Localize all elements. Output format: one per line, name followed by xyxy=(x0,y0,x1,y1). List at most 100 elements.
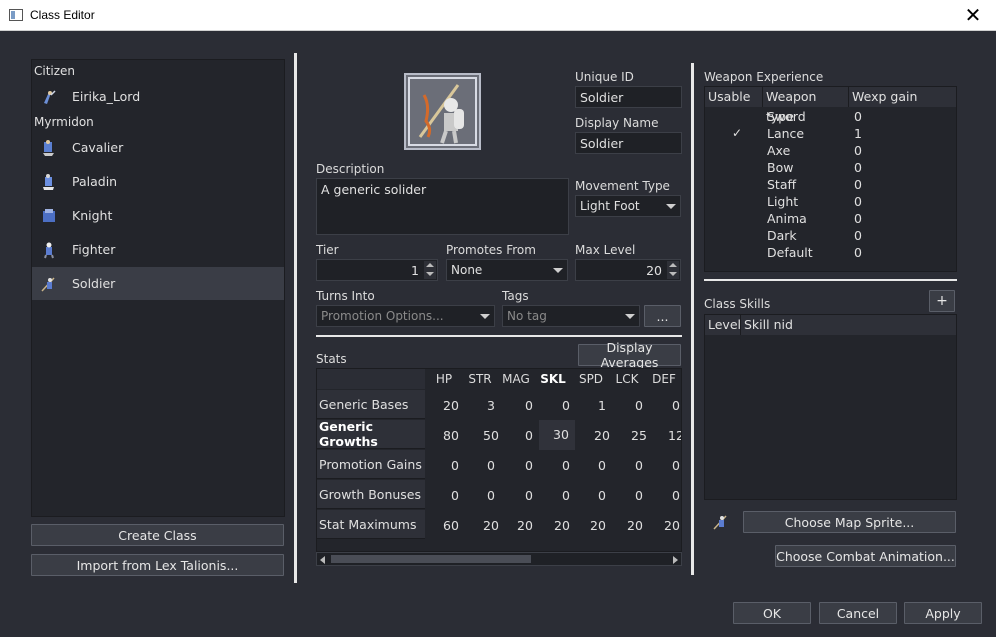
usable-checkbox[interactable] xyxy=(731,160,743,174)
import-button[interactable]: Import from Lex Talionis... xyxy=(31,554,284,576)
add-skill-button[interactable]: + xyxy=(929,290,955,312)
wexp-gain[interactable]: 0 xyxy=(854,194,862,209)
usable-checkbox[interactable] xyxy=(731,211,743,225)
stat-cell[interactable]: 20 xyxy=(544,518,580,533)
column-header-level[interactable]: Level xyxy=(705,315,741,335)
wexp-gain[interactable]: 0 xyxy=(854,245,862,260)
spin-up-icon[interactable] xyxy=(424,261,436,270)
weapon-experience-table[interactable]: Usable Weapon type Wexp gain Sword 0 ✓ L… xyxy=(704,86,957,272)
tags-more-button[interactable]: ... xyxy=(644,305,681,327)
stat-cell[interactable]: 0 xyxy=(658,488,681,503)
movement-type-select[interactable]: Light Foot xyxy=(575,195,681,217)
stats-horizontal-scrollbar[interactable] xyxy=(316,552,682,566)
weapon-row[interactable]: Axe 0 xyxy=(705,143,956,160)
scrollbar-thumb[interactable] xyxy=(331,555,531,563)
stat-cell[interactable]: 12 xyxy=(658,428,681,443)
column-header-wexp-gain[interactable]: Wexp gain xyxy=(849,87,956,107)
class-item-eirika-lord[interactable]: Eirika_Lord xyxy=(32,80,284,113)
stat-cell-current[interactable]: 30 xyxy=(539,420,575,450)
promotes-from-select[interactable]: None xyxy=(446,259,568,281)
stat-cell[interactable]: 0 xyxy=(473,488,509,503)
cancel-button[interactable]: Cancel xyxy=(819,602,897,624)
tags-select[interactable]: No tag xyxy=(502,305,640,327)
stat-cell[interactable]: 0 xyxy=(584,488,620,503)
stat-cell[interactable]: 0 xyxy=(584,458,620,473)
weapon-row[interactable]: Default 0 xyxy=(705,245,956,262)
class-skills-table[interactable]: Level Skill nid xyxy=(704,314,957,500)
usable-checkbox[interactable] xyxy=(731,109,743,123)
apply-button[interactable]: Apply xyxy=(904,602,982,624)
class-item-cavalier[interactable]: Cavalier xyxy=(32,131,284,164)
weapon-row[interactable]: Light 0 xyxy=(705,194,956,211)
class-item-paladin[interactable]: Paladin xyxy=(32,165,284,198)
column-header-skill-nid[interactable]: Skill nid xyxy=(741,315,956,335)
wexp-gain[interactable]: 1 xyxy=(854,126,862,141)
wexp-gain[interactable]: 0 xyxy=(854,211,862,226)
spin-down-icon[interactable] xyxy=(424,270,436,279)
weapon-row[interactable]: Dark 0 xyxy=(705,228,956,245)
scroll-left-icon[interactable] xyxy=(320,556,325,564)
tier-spinbox[interactable]: 1 xyxy=(316,259,438,281)
ok-button[interactable]: OK xyxy=(733,602,811,624)
close-window-button[interactable]: ✕ xyxy=(950,0,996,31)
stat-cell[interactable]: 0 xyxy=(437,488,473,503)
stat-cell[interactable]: 50 xyxy=(473,428,509,443)
choose-map-sprite-button[interactable]: Choose Map Sprite... xyxy=(743,511,956,533)
column-header-weapon-type[interactable]: Weapon type xyxy=(763,87,849,124)
stat-cell[interactable]: 0 xyxy=(437,458,473,473)
spin-up-icon[interactable] xyxy=(667,261,679,270)
weapon-row[interactable]: Anima 0 xyxy=(705,211,956,228)
usable-checkbox[interactable] xyxy=(731,143,743,157)
spin-down-icon[interactable] xyxy=(667,270,679,279)
stat-cell[interactable]: 0 xyxy=(621,458,657,473)
max-level-spinbox[interactable]: 20 xyxy=(575,259,681,281)
stat-cell[interactable]: 3 xyxy=(473,398,509,413)
description-field[interactable]: A generic solider xyxy=(316,178,569,235)
wexp-gain[interactable]: 0 xyxy=(854,143,862,158)
class-item-soldier[interactable]: Soldier xyxy=(32,267,284,300)
usable-checkbox-checked[interactable]: ✓ xyxy=(731,126,743,140)
stat-cell[interactable]: 20 xyxy=(433,398,469,413)
stat-cell[interactable]: 20 xyxy=(654,518,681,533)
class-item-knight[interactable]: Knight xyxy=(32,199,284,232)
class-portrait[interactable] xyxy=(404,73,481,150)
wexp-gain[interactable]: 0 xyxy=(854,160,862,175)
wexp-gain[interactable]: 0 xyxy=(854,109,862,124)
stat-cell[interactable]: 0 xyxy=(511,488,547,503)
stat-cell[interactable]: 0 xyxy=(511,398,547,413)
usable-checkbox[interactable] xyxy=(731,228,743,242)
stat-cell[interactable]: 0 xyxy=(511,458,547,473)
weapon-row[interactable]: Bow 0 xyxy=(705,160,956,177)
stats-table[interactable]: HP STR MAG SKL SPD LCK DEF Generic Bases… xyxy=(316,368,682,552)
stat-cell[interactable]: 0 xyxy=(658,458,681,473)
stat-cell[interactable]: 0 xyxy=(621,398,657,413)
usable-checkbox[interactable] xyxy=(731,194,743,208)
weapon-row[interactable]: ✓ Lance 1 xyxy=(705,126,956,143)
stat-cell[interactable]: 25 xyxy=(621,428,657,443)
weapon-row[interactable]: Staff 0 xyxy=(705,177,956,194)
wexp-gain[interactable]: 0 xyxy=(854,177,862,192)
stat-cell[interactable]: 1 xyxy=(584,398,620,413)
stat-cell[interactable]: 20 xyxy=(507,518,543,533)
stat-cell[interactable]: 80 xyxy=(433,428,469,443)
usable-checkbox[interactable] xyxy=(731,177,743,191)
class-item-fighter[interactable]: Fighter xyxy=(32,233,284,266)
scroll-right-icon[interactable] xyxy=(673,556,678,564)
create-class-button[interactable]: Create Class xyxy=(31,524,284,546)
stat-cell[interactable]: 0 xyxy=(548,488,584,503)
stat-cell[interactable]: 20 xyxy=(584,428,620,443)
turns-into-select[interactable]: Promotion Options... xyxy=(316,305,495,327)
display-averages-button[interactable]: Display Averages xyxy=(578,340,681,370)
stat-cell[interactable]: 20 xyxy=(617,518,653,533)
stat-cell[interactable]: 0 xyxy=(548,398,584,413)
usable-checkbox[interactable] xyxy=(731,245,743,259)
display-name-field[interactable]: Soldier xyxy=(575,132,682,154)
stat-cell[interactable]: 20 xyxy=(580,518,616,533)
stat-cell[interactable]: 60 xyxy=(433,518,469,533)
stat-cell[interactable]: 20 xyxy=(473,518,509,533)
stat-cell[interactable]: 0 xyxy=(658,398,681,413)
stat-cell[interactable]: 0 xyxy=(621,488,657,503)
stat-cell[interactable]: 0 xyxy=(548,458,584,473)
weapon-row[interactable]: Sword 0 xyxy=(705,109,956,126)
choose-combat-animation-button[interactable]: Choose Combat Animation... xyxy=(775,545,956,567)
